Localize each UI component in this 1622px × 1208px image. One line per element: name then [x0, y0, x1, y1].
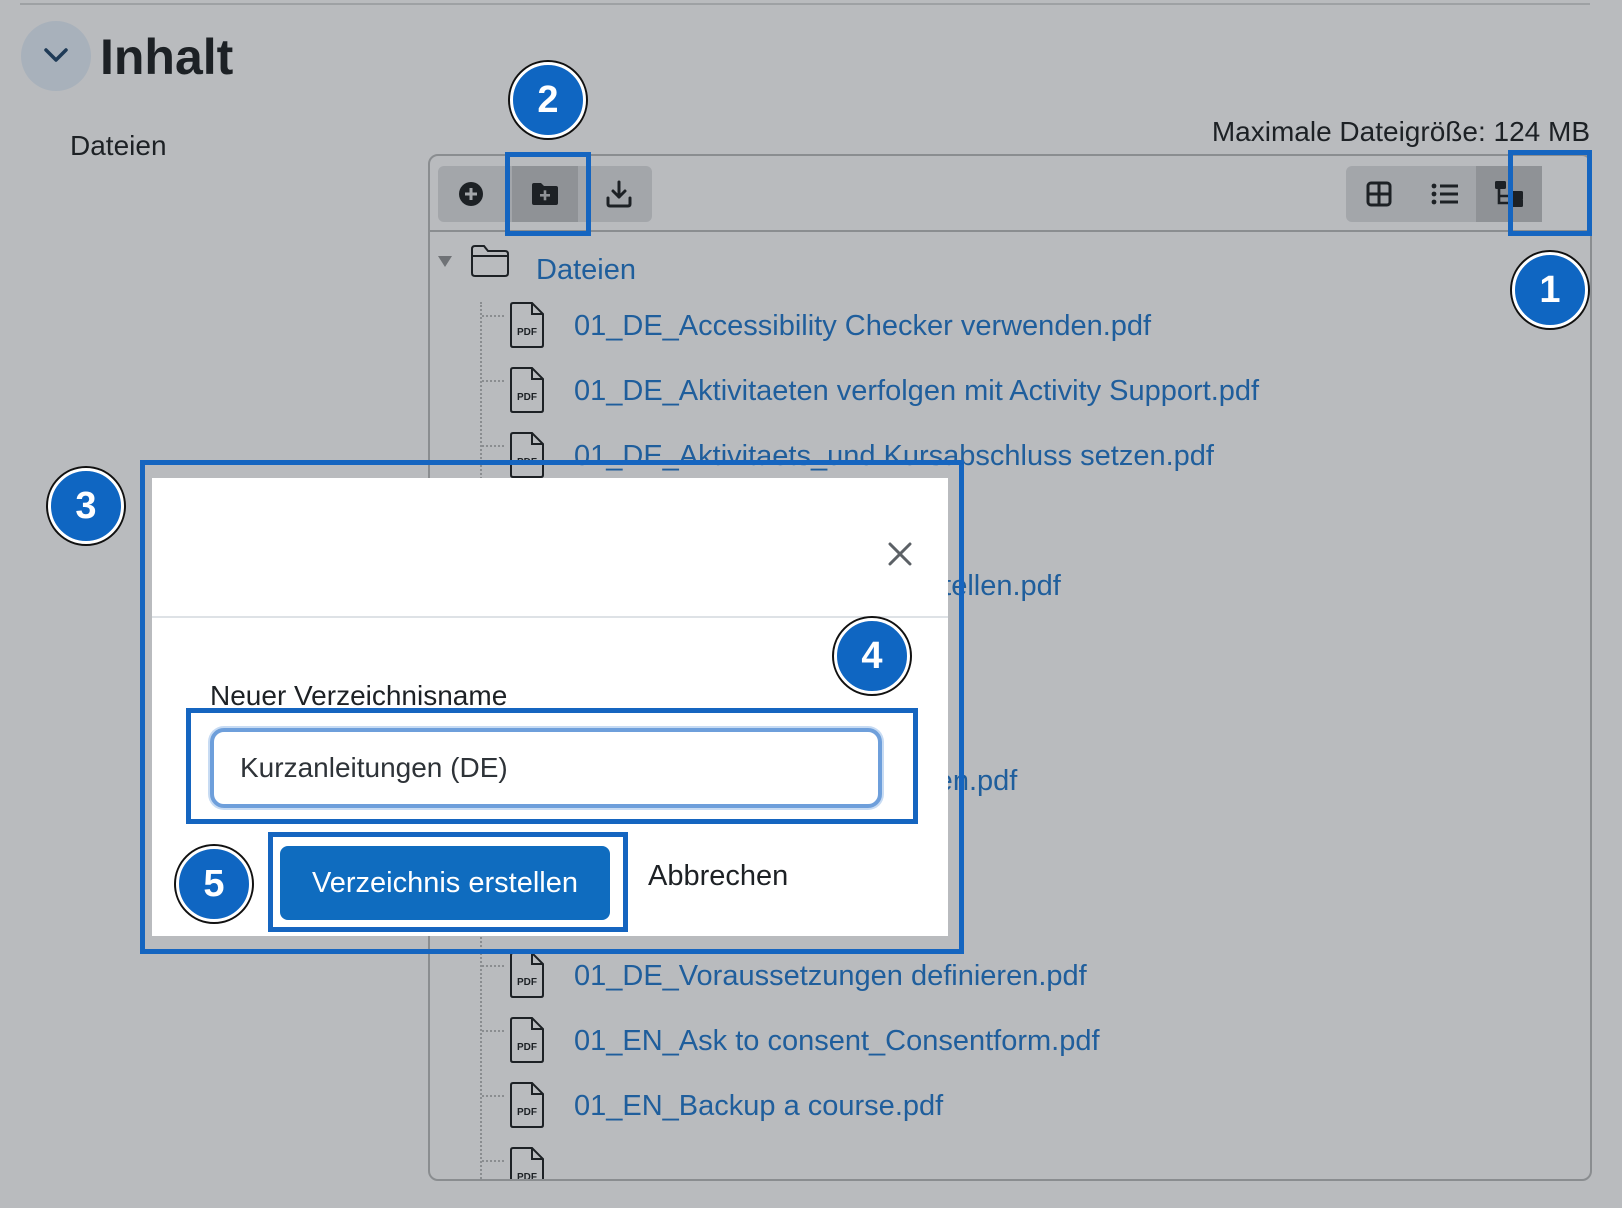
- highlight-create-folder: [505, 152, 591, 236]
- pdf-file-icon: PDF: [510, 952, 544, 998]
- file-row[interactable]: PDF: [430, 1147, 1530, 1181]
- download-button[interactable]: [586, 166, 652, 222]
- highlight-submit: [268, 832, 628, 932]
- file-row[interactable]: PDF 01_EN_Ask to consent_Consentform.pdf: [430, 1017, 1530, 1077]
- svg-text:PDF: PDF: [517, 1107, 537, 1118]
- chevron-down-icon: [44, 48, 68, 62]
- toolbar-divider: [430, 230, 1590, 232]
- file-name[interactable]: 01_DE_Voraussetzungen definieren.pdf: [574, 960, 1087, 993]
- callout-3: 3: [48, 468, 124, 544]
- tree-branch-line: [482, 1030, 504, 1032]
- pdf-file-icon: PDF: [510, 1082, 544, 1128]
- highlight-input: [186, 708, 918, 824]
- svg-text:PDF: PDF: [517, 977, 537, 988]
- file-row[interactable]: PDF 01_DE_Voraussetzungen definieren.pdf: [430, 952, 1530, 1012]
- pdf-file-icon-wrap: PDF: [508, 952, 546, 1003]
- tree-collapse-arrow-icon[interactable]: [438, 256, 452, 267]
- max-file-size: Maximale Dateigröße: 124 MB: [1211, 116, 1590, 147]
- pdf-file-icon: PDF: [510, 302, 544, 348]
- file-name[interactable]: 01_DE_Aktivitaeten verfolgen mit Activit…: [574, 375, 1259, 408]
- file-name[interactable]: 01_EN_Ask to consent_Consentform.pdf: [574, 1025, 1100, 1058]
- pdf-file-icon: PDF: [510, 367, 544, 413]
- section-collapse-button[interactable]: [21, 21, 91, 91]
- section-title: Inhalt: [100, 29, 234, 85]
- callout-1: 1: [1512, 252, 1588, 328]
- grid-icon: [1366, 181, 1392, 207]
- view-list-button[interactable]: [1412, 166, 1478, 222]
- tree-branch-line: [482, 445, 504, 447]
- svg-text:PDF: PDF: [517, 392, 537, 403]
- tree-branch-line: [482, 315, 504, 317]
- folder-icon: [471, 245, 509, 277]
- callout-5: 5: [176, 846, 252, 922]
- tree-root-folder[interactable]: Dateien: [536, 254, 636, 287]
- download-icon: [606, 180, 632, 208]
- svg-text:PDF: PDF: [517, 1172, 537, 1181]
- callout-4: 4: [834, 618, 910, 694]
- pdf-file-icon-wrap: PDF: [508, 367, 546, 418]
- file-name[interactable]: 01_DE_Accessibility Checker verwenden.pd…: [574, 310, 1151, 343]
- view-icons-button[interactable]: [1346, 166, 1412, 222]
- files-field-label: Dateien: [70, 130, 167, 161]
- add-file-button[interactable]: [438, 166, 504, 222]
- pdf-file-icon-wrap: PDF: [508, 1017, 546, 1068]
- file-row[interactable]: PDF 01_DE_Accessibility Checker verwenden…: [430, 302, 1530, 362]
- plus-circle-icon: [459, 182, 483, 206]
- pdf-file-icon-wrap: PDF: [508, 1147, 546, 1181]
- file-row[interactable]: PDF 01_EN_Backup a course.pdf: [430, 1082, 1530, 1142]
- pdf-file-icon-wrap: PDF: [508, 1082, 546, 1133]
- svg-text:PDF: PDF: [517, 1042, 537, 1053]
- callout-2: 2: [510, 62, 586, 138]
- svg-text:PDF: PDF: [517, 327, 537, 338]
- tree-branch-line: [482, 965, 504, 967]
- tree-branch-line: [482, 1160, 504, 1162]
- file-name[interactable]: 01_EN_Backup a course.pdf: [574, 1090, 943, 1123]
- list-icon: [1431, 183, 1458, 205]
- pdf-file-icon: PDF: [510, 1147, 544, 1181]
- file-row[interactable]: PDF 01_DE_Aktivitaeten verfolgen mit Acti…: [430, 367, 1530, 427]
- tree-branch-line: [482, 1095, 504, 1097]
- pdf-file-icon: PDF: [510, 1017, 544, 1063]
- top-divider: [20, 3, 1590, 5]
- tree-branch-line: [482, 380, 504, 382]
- pdf-file-icon-wrap: PDF: [508, 302, 546, 353]
- highlight-tree-view: [1508, 150, 1592, 236]
